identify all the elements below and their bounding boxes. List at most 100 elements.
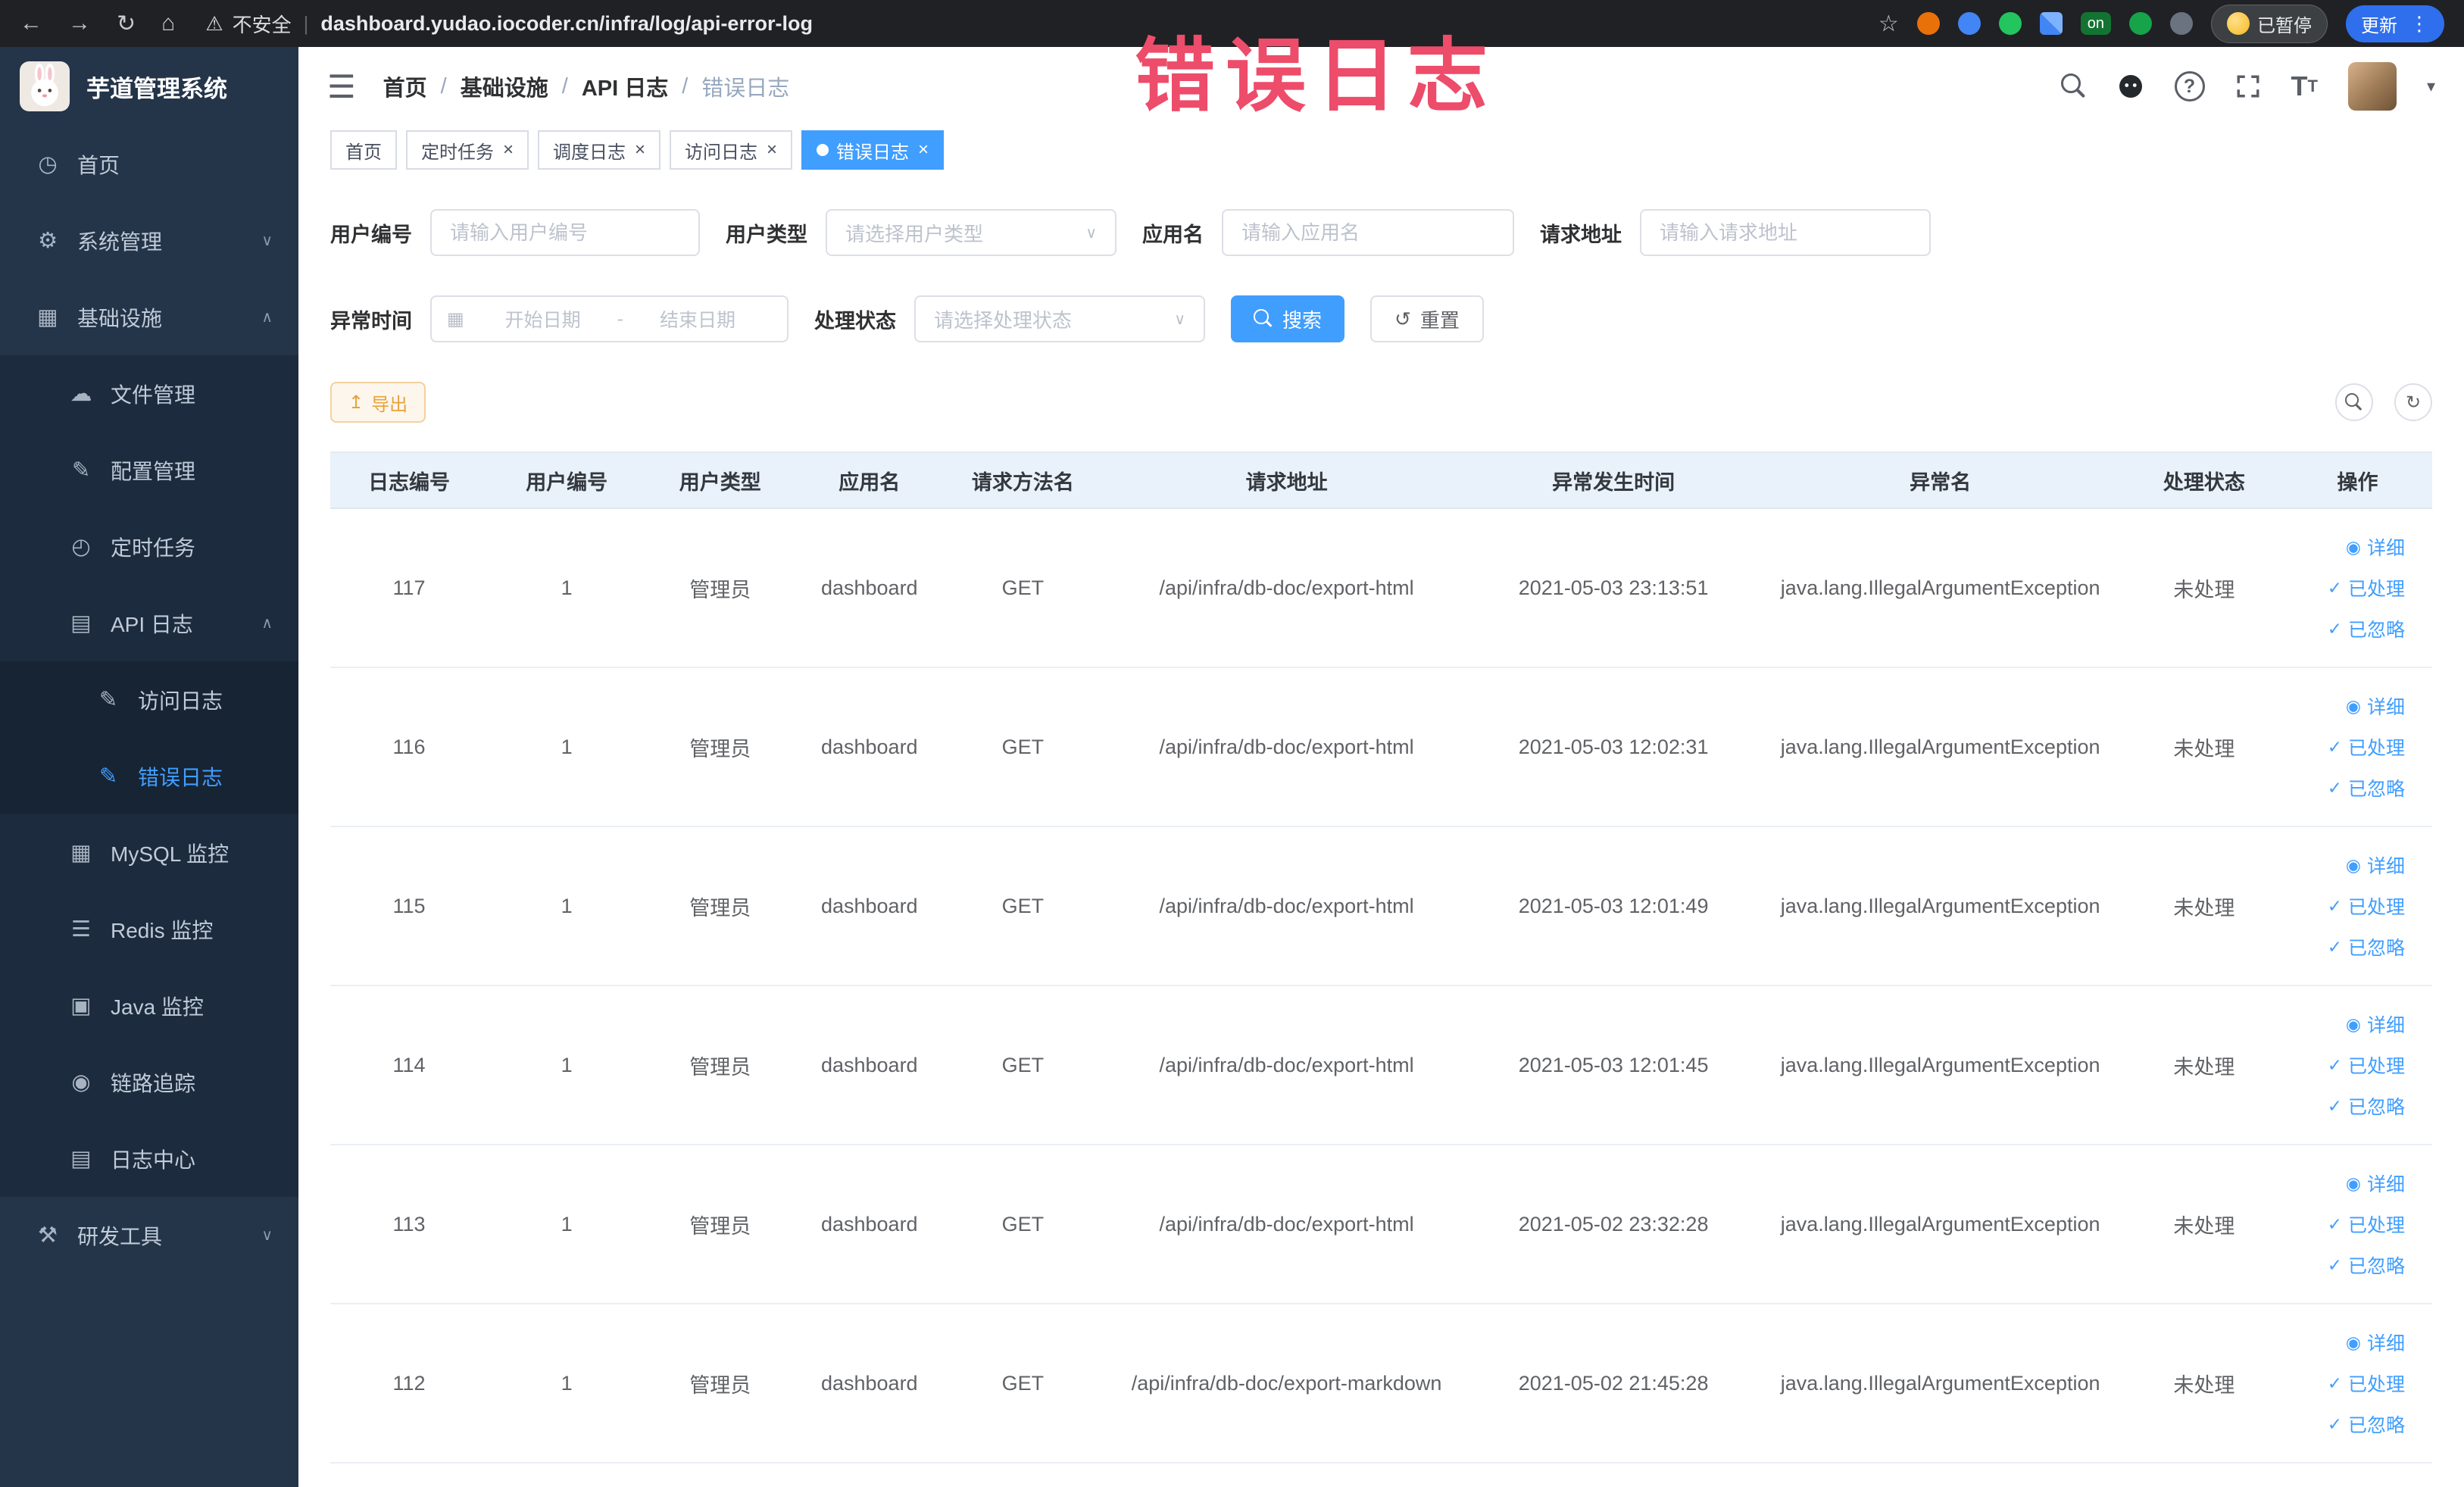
search-button[interactable]: 搜索 (1231, 295, 1345, 342)
app-name-input[interactable] (1222, 209, 1514, 256)
tab-访问日志[interactable]: 访问日志 × (670, 130, 793, 170)
extension-icon[interactable] (2170, 12, 2193, 35)
chevron-down-icon[interactable]: ▾ (2427, 77, 2435, 96)
close-icon[interactable]: × (918, 139, 929, 161)
breadcrumb-item[interactable]: API 日志 (582, 70, 668, 102)
exception-time-range-picker[interactable]: ▦ 开始日期 - 结束日期 (430, 295, 789, 342)
paused-button[interactable]: 已暂停 (2211, 4, 2328, 43)
address-bar[interactable]: ⚠ 不安全 | dashboard.yudao.iocoder.cn/infra… (205, 10, 1878, 38)
breadcrumb-item[interactable]: 基础设施 (461, 70, 548, 102)
close-icon[interactable]: × (635, 139, 645, 161)
mark-processed-link[interactable]: ✓ 已处理 (2291, 1045, 2405, 1086)
github-icon[interactable] (2117, 73, 2144, 100)
extension-on-badge[interactable]: on (2080, 12, 2111, 35)
sidebar-item-访问日志[interactable]: ✎ 访问日志 (0, 661, 298, 738)
logo[interactable]: 芋道管理系统 (0, 47, 298, 126)
mark-ignored-link[interactable]: ✓ 已忽略 (2291, 1404, 2405, 1445)
sidebar-item-错误日志[interactable]: ✎ 错误日志 (0, 738, 298, 814)
home-icon[interactable]: ⌂ (161, 11, 175, 36)
user-avatar[interactable] (2347, 62, 2397, 111)
mark-ignored-link[interactable]: ✓ 已忽略 (2291, 608, 2405, 649)
sidebar-item-定时任务[interactable]: ◴ 定时任务 (0, 508, 298, 585)
mark-processed-link[interactable]: ✓ 已处理 (2291, 886, 2405, 926)
table-body: 117 1 管理员 dashboard GET /api/infra/db-do… (330, 508, 2432, 1464)
extension-icon[interactable] (1916, 12, 1940, 35)
detail-link[interactable]: ◉ 详细 (2291, 1322, 2405, 1363)
sidebar-item-label: 系统管理 (77, 230, 163, 254)
back-icon[interactable]: ← (20, 11, 42, 36)
sidebar-item-Java 监控[interactable]: ▣ Java 监控 (0, 967, 298, 1044)
mark-ignored-link[interactable]: ✓ 已忽略 (2291, 767, 2405, 808)
process-status-select[interactable]: 请选择处理状态 ∨ (914, 295, 1205, 342)
detail-link[interactable]: ◉ 详细 (2291, 1163, 2405, 1204)
forward-icon[interactable]: → (68, 11, 91, 36)
sidebar-item-链路追踪[interactable]: ◉ 链路追踪 (0, 1044, 298, 1120)
detail-link[interactable]: ◉ 详细 (2291, 526, 2405, 567)
breadcrumb-separator: / (561, 73, 568, 98)
mark-processed-link[interactable]: ✓ 已处理 (2291, 567, 2405, 608)
collapse-sidebar-icon[interactable]: ☰ (327, 68, 356, 105)
update-button[interactable]: 更新 ⋮ (2346, 5, 2444, 42)
fullscreen-icon[interactable] (2235, 73, 2261, 99)
search-icon[interactable] (2060, 73, 2087, 99)
sidebar-item-文件管理[interactable]: ☁ 文件管理 (0, 355, 298, 432)
close-icon[interactable]: × (767, 139, 777, 161)
cell-app-name: dashboard (795, 1304, 945, 1464)
cell-app-name: dashboard (795, 826, 945, 986)
sidebar-item-label: API 日志 (111, 612, 193, 636)
tab-label: 调度日志 (553, 142, 626, 163)
cell-actions: ◉ 详细 ✓ 已处理 ✓ 已忽略 (2282, 986, 2432, 1145)
extension-icon[interactable] (1957, 12, 1981, 35)
kebab-menu-icon[interactable]: ⋮ (2409, 12, 2429, 36)
sidebar-item-API 日志[interactable]: ▤ API 日志 ∧ (0, 585, 298, 661)
eye-icon: ◉ (2345, 1014, 2361, 1034)
extension-icon[interactable] (2129, 12, 2152, 35)
column-header-处理状态: 处理状态 (2125, 451, 2283, 509)
help-icon[interactable]: ? (2174, 71, 2205, 102)
extension-icon[interactable] (2039, 12, 2063, 35)
detail-link[interactable]: ◉ 详细 (2291, 686, 2405, 726)
check-icon: ✓ (2327, 618, 2342, 639)
sidebar-item-label: Java 监控 (111, 995, 204, 1019)
user-id-input[interactable] (430, 209, 700, 256)
cell-request-url: /api/infra/db-doc/export-html (1101, 986, 1472, 1145)
breadcrumb-item[interactable]: 首页 (383, 70, 427, 102)
detail-link[interactable]: ◉ 详细 (2291, 1004, 2405, 1045)
bookmark-star-icon[interactable]: ☆ (1878, 11, 1899, 37)
cell-user-type: 管理员 (645, 508, 795, 668)
tab-定时任务[interactable]: 定时任务 × (406, 130, 529, 170)
reload-icon[interactable]: ↻ (117, 11, 136, 37)
user-type-select[interactable]: 请选择用户类型 ∨ (826, 209, 1116, 256)
font-size-icon[interactable]: TT (2291, 70, 2318, 102)
toggle-search-button[interactable] (2335, 383, 2373, 421)
tab-调度日志[interactable]: 调度日志 × (538, 130, 661, 170)
close-icon[interactable]: × (503, 139, 514, 161)
mark-ignored-link[interactable]: ✓ 已忽略 (2291, 1245, 2405, 1286)
mark-ignored-link[interactable]: ✓ 已忽略 (2291, 1086, 2405, 1126)
mark-processed-link[interactable]: ✓ 已处理 (2291, 726, 2405, 767)
sidebar-item-配置管理[interactable]: ✎ 配置管理 (0, 432, 298, 508)
sidebar-item-日志中心[interactable]: ▤ 日志中心 (0, 1120, 298, 1197)
sidebar-item-基础设施[interactable]: ▦ 基础设施 ∧ (0, 279, 298, 355)
tab-首页[interactable]: 首页 (330, 130, 397, 170)
mark-ignored-link[interactable]: ✓ 已忽略 (2291, 926, 2405, 967)
sidebar-item-研发工具[interactable]: ⚒ 研发工具 ∨ (0, 1197, 298, 1273)
detail-link[interactable]: ◉ 详细 (2291, 845, 2405, 886)
column-header-应用名: 应用名 (795, 451, 945, 509)
tab-label: 错误日志 (836, 142, 910, 163)
mark-processed-link[interactable]: ✓ 已处理 (2291, 1363, 2405, 1404)
refresh-button[interactable]: ↻ (2394, 383, 2432, 421)
cell-request-url: /api/infra/db-doc/export-html (1101, 826, 1472, 986)
sidebar-item-MySQL 监控[interactable]: ▦ MySQL 监控 (0, 814, 298, 891)
mark-processed-link[interactable]: ✓ 已处理 (2291, 1204, 2405, 1245)
export-button[interactable]: ↥ 导出 (330, 382, 426, 423)
sidebar-item-首页[interactable]: ◷ 首页 (0, 126, 298, 202)
tab-错误日志[interactable]: 错误日志 × (801, 130, 945, 170)
breadcrumb-item: 错误日志 (701, 77, 790, 101)
sidebar-item-Redis 监控[interactable]: ☰ Redis 监控 (0, 891, 298, 967)
sidebar-item-系统管理[interactable]: ⚙ 系统管理 ∨ (0, 202, 298, 279)
request-url-input[interactable] (1640, 209, 1931, 256)
extension-icon[interactable] (1998, 12, 2022, 35)
reset-button[interactable]: ↺ 重置 (1370, 295, 1484, 342)
sidebar-item-label: 配置管理 (111, 459, 196, 483)
